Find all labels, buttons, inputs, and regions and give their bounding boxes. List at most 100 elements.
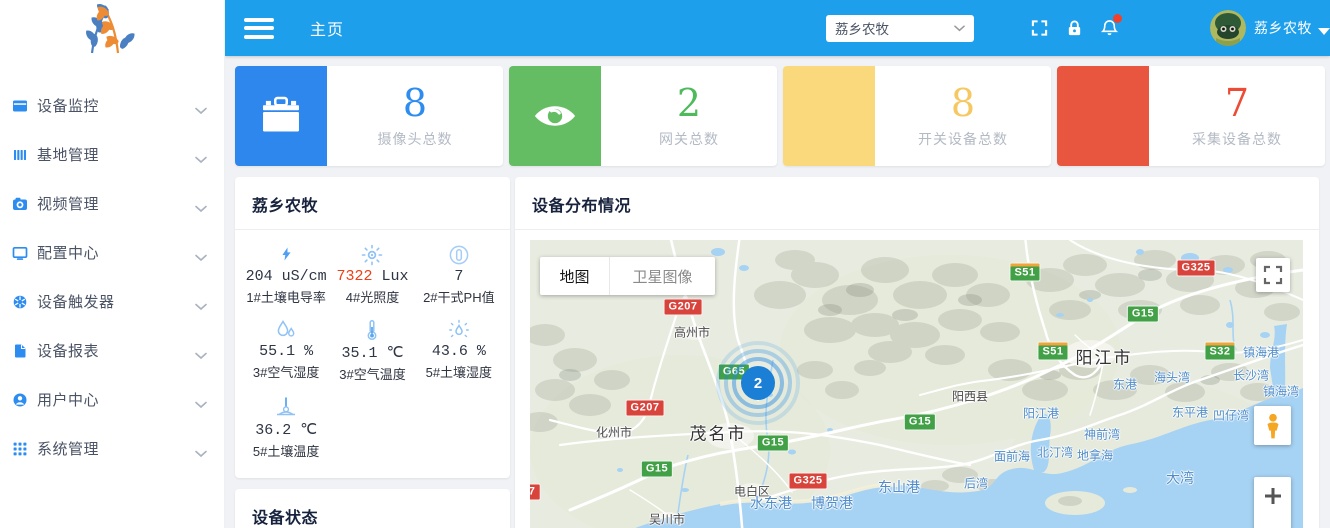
water-label: 后湾 (964, 475, 988, 492)
avatar[interactable] (1210, 10, 1246, 46)
user-center-icon (12, 391, 29, 408)
road-badge: G15 (757, 435, 789, 452)
map-type-tab-map[interactable]: 地图 (540, 257, 609, 295)
water-label: 东山港 (878, 477, 920, 497)
sensor-value: 36.2 ℃ (255, 420, 317, 439)
water-label: 神前湾 (1084, 426, 1120, 443)
org-select-value: 荔乡农牧 (835, 18, 889, 38)
map-canvas[interactable]: G207G207G65G15G15G3257G15S51G325G15S51S3… (530, 240, 1303, 528)
device-status-panel: 设备状态 (235, 489, 510, 528)
sidebar-item[interactable]: 设备触发器 (0, 277, 225, 326)
sensor-value: 7 (454, 268, 463, 285)
sensor-label: 3#空气湿度 (253, 362, 319, 381)
sensor-value: 55.1 % (259, 343, 313, 360)
road-badge: G325 (789, 473, 828, 490)
sidebar-nav: 设备监控 基地管理 视频管理 配置中心 设备触发器 设备报表 (0, 81, 225, 473)
stat-label: 网关总数 (659, 129, 719, 149)
stat-card-row: 8 摄像头总数 2 网关总数 8 开关设备总数 7 采集设备总数 (235, 66, 1325, 166)
eye-icon (509, 66, 601, 166)
city-label: 阳西县 (952, 388, 988, 405)
chevron-down-icon (195, 445, 207, 453)
sensor-value: 7322 Lux (336, 268, 408, 285)
sensor-grid: 204 uS/cm 1#土壤电导率 7322 Lux 4#光照度 7 2#干式P… (235, 230, 510, 474)
stat-card-body: 8 开关设备总数 (875, 66, 1051, 166)
chevron-down-icon (195, 396, 207, 404)
topbar-right: 荔乡农牧 荔乡农牧 (826, 10, 1330, 46)
stat-card[interactable]: 2 网关总数 (509, 66, 777, 166)
sidebar-item[interactable]: 视频管理 (0, 179, 225, 228)
device-monitor-icon (12, 97, 29, 114)
hamburger-menu-button[interactable] (244, 13, 274, 43)
soil-moisture-icon (448, 319, 470, 341)
sidebar-item-label: 用户中心 (37, 389, 195, 410)
farm-panel-title: 荔乡农牧 (235, 177, 510, 230)
sidebar-item[interactable]: 配置中心 (0, 228, 225, 277)
street-view-pegman-button[interactable] (1254, 406, 1291, 445)
road-badge: G15 (641, 461, 673, 478)
stat-label: 开关设备总数 (918, 129, 1008, 149)
road-badge: 7 (530, 484, 540, 501)
video-manage-icon (12, 195, 29, 212)
fullscreen-icon[interactable] (1031, 19, 1048, 37)
stat-card-body: 8 摄像头总数 (327, 66, 503, 166)
sensor-label: 5#土壤湿度 (426, 362, 492, 381)
sidebar-item-label: 配置中心 (37, 242, 195, 263)
map-type-tab-satellite[interactable]: 卫星图像 (609, 257, 715, 295)
water-label: 地拿海 (1077, 447, 1113, 464)
sensor-label: 2#干式PH值 (423, 287, 495, 306)
stat-value: 2 (677, 84, 701, 122)
stat-card[interactable]: 7 采集设备总数 (1057, 66, 1325, 166)
sensor-item: 7 2#干式PH值 (416, 244, 502, 306)
sensor-item: 55.1 % 3#空气湿度 (243, 319, 329, 383)
user-menu-caret-icon[interactable] (1318, 28, 1330, 35)
map-zoom-in-button[interactable] (1254, 477, 1291, 528)
notification-badge-dot (1113, 14, 1122, 23)
sidebar-item[interactable]: 设备监控 (0, 81, 225, 130)
device-cluster-marker[interactable]: 2 (741, 366, 775, 400)
sensor-item: 204 uS/cm 1#土壤电导率 (243, 244, 329, 306)
system-manage-icon (12, 440, 29, 457)
sidebar-item[interactable]: 系统管理 (0, 424, 225, 473)
water-label: 东港 (1113, 376, 1137, 393)
lightning-icon (279, 244, 294, 266)
humidity-icon (275, 319, 297, 341)
main-content: 8 摄像头总数 2 网关总数 8 开关设备总数 7 采集设备总数 (225, 56, 1330, 528)
app-logo-wheat-icon (58, 1, 154, 55)
stat-card[interactable]: 8 开关设备总数 (783, 66, 1051, 166)
water-label: 镇海港 (1243, 344, 1279, 361)
device-distribution-panel: 设备分布情况 (515, 177, 1319, 528)
water-label: 东平港 (1172, 404, 1208, 421)
road-badge: G15 (904, 414, 936, 431)
sidebar-item[interactable]: 基地管理 (0, 130, 225, 179)
stat-value: 8 (951, 84, 975, 122)
sidebar-item-label: 设备监控 (37, 95, 195, 116)
sidebar-item[interactable]: 设备报表 (0, 326, 225, 375)
sidebar-item-label: 视频管理 (37, 193, 195, 214)
map-type-control: 地图卫星图像 (540, 257, 715, 295)
map-fullscreen-button[interactable] (1256, 258, 1290, 292)
chevron-down-icon (195, 347, 207, 355)
stat-card[interactable]: 8 摄像头总数 (235, 66, 503, 166)
road-badge: S51 (1009, 263, 1040, 282)
sensor-item: 7322 Lux 4#光照度 (329, 244, 415, 306)
road-badge: G207 (664, 299, 703, 316)
sun-icon (361, 244, 383, 266)
ph-meter-icon (448, 244, 470, 266)
sensor-label: 1#土壤电导率 (246, 287, 325, 306)
sidebar: 设备监控 基地管理 视频管理 配置中心 设备触发器 设备报表 (0, 0, 225, 528)
thermometer-icon (361, 319, 383, 341)
stat-card-body: 7 采集设备总数 (1149, 66, 1325, 166)
road-badge: G15 (1127, 306, 1159, 323)
sidebar-item-label: 基地管理 (37, 144, 195, 165)
stat-value: 7 (1225, 84, 1249, 122)
stat-color-block (783, 66, 875, 166)
bell-icon[interactable] (1101, 19, 1118, 37)
sensor-item: 35.1 ℃ 3#空气温度 (329, 319, 415, 383)
farm-sensor-panel: 荔乡农牧 204 uS/cm 1#土壤电导率 7322 Lux 4#光照度 7 … (235, 177, 510, 478)
sidebar-item[interactable]: 用户中心 (0, 375, 225, 424)
lock-icon[interactable] (1066, 19, 1083, 37)
org-select-dropdown[interactable]: 荔乡农牧 (826, 15, 974, 42)
sidebar-item-label: 设备报表 (37, 340, 195, 361)
device-report-icon (12, 342, 29, 359)
sensor-item: 36.2 ℃ 5#土壤温度 (243, 396, 329, 460)
